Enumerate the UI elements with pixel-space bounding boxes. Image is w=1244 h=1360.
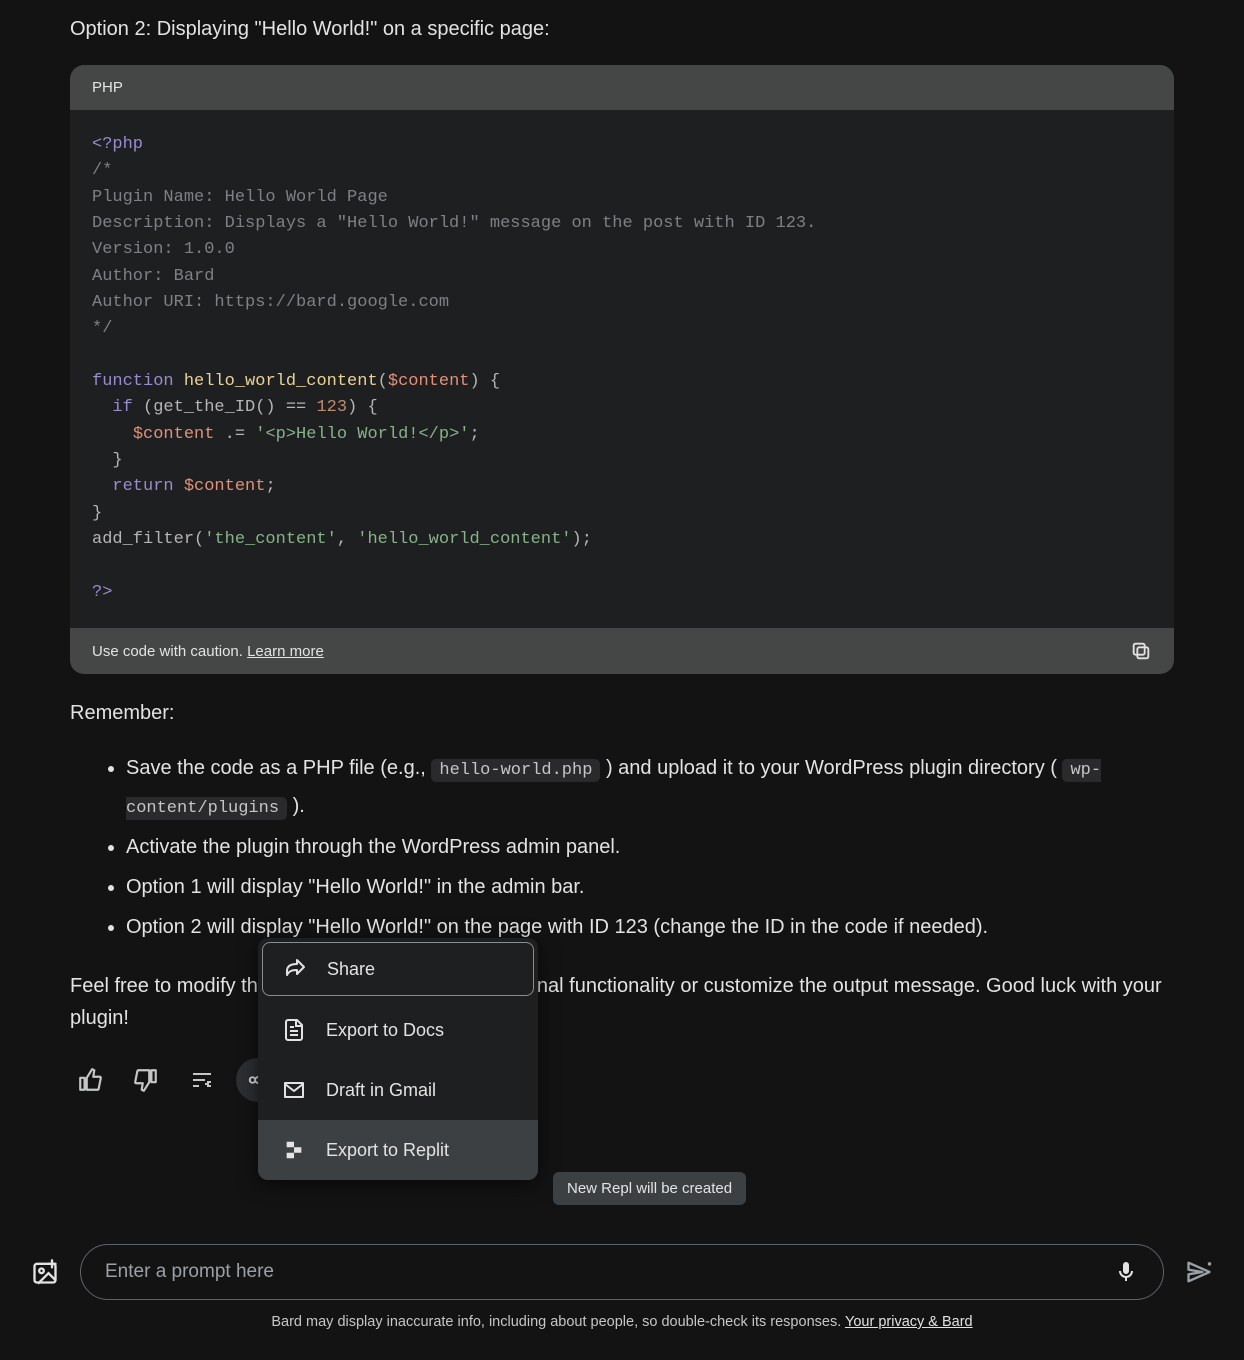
share-menu: Share Export to Docs Draft in Gmail Expo…: [258, 938, 538, 1180]
replit-icon: [282, 1138, 306, 1162]
code-footer: Use code with caution. Learn more: [70, 628, 1174, 674]
prompt-input-wrap[interactable]: [80, 1244, 1164, 1300]
code-block: PHP <?php /* Plugin Name: Hello World Pa…: [70, 65, 1174, 674]
privacy-link[interactable]: Your privacy & Bard: [845, 1314, 973, 1330]
add-image-icon[interactable]: [30, 1257, 60, 1287]
copy-icon[interactable]: [1130, 640, 1152, 662]
menu-item-export-docs[interactable]: Export to Docs: [258, 1000, 538, 1060]
list-item: Activate the plugin through the WordPres…: [126, 828, 1174, 866]
prompt-input[interactable]: [105, 1261, 1101, 1283]
menu-label: Draft in Gmail: [326, 1080, 436, 1101]
mic-icon[interactable]: [1113, 1259, 1139, 1285]
send-icon[interactable]: [1184, 1257, 1214, 1287]
gmail-icon: [282, 1078, 306, 1102]
disclaimer: Bard may display inaccurate info, includ…: [30, 1314, 1214, 1330]
list-item: Save the code as a PHP file (e.g., hello…: [126, 749, 1174, 826]
menu-label: Export to Replit: [326, 1140, 449, 1161]
list-text: ).: [293, 795, 305, 817]
menu-item-export-replit[interactable]: Export to Replit: [258, 1120, 538, 1180]
list-item: Option 1 will display "Hello World!" in …: [126, 868, 1174, 906]
list-text: ) and upload it to your WordPress plugin…: [606, 757, 1063, 779]
thumbs-up-icon[interactable]: [76, 1066, 104, 1094]
list-text: Save the code as a PHP file (e.g.,: [126, 757, 431, 779]
code-caution-text: Use code with caution.: [92, 643, 243, 660]
disclaimer-text: Bard may display inaccurate info, includ…: [271, 1314, 845, 1330]
bottom-bar: Bard may display inaccurate info, includ…: [0, 1224, 1244, 1360]
action-row: [70, 1066, 1174, 1094]
menu-label: Share: [327, 959, 375, 980]
inline-code: hello-world.php: [431, 759, 600, 782]
menu-label: Export to Docs: [326, 1020, 444, 1041]
tune-icon[interactable]: [188, 1066, 216, 1094]
remember-title: Remember:: [70, 702, 1174, 725]
code-lang-label: PHP: [70, 65, 1174, 110]
menu-item-draft-gmail[interactable]: Draft in Gmail: [258, 1060, 538, 1120]
option-title: Option 2: Displaying "Hello World!" on a…: [70, 18, 1174, 41]
docs-icon: [282, 1018, 306, 1042]
closing-text: Feel free to modify these examples to in…: [70, 970, 1174, 1034]
share-arrow-icon: [283, 957, 307, 981]
thumbs-down-icon[interactable]: [132, 1066, 160, 1094]
code-body: <?php /* Plugin Name: Hello World Page D…: [70, 110, 1174, 628]
remember-list: Save the code as a PHP file (e.g., hello…: [70, 749, 1174, 946]
learn-more-link[interactable]: Learn more: [247, 643, 324, 660]
replit-tooltip: New Repl will be created: [553, 1172, 746, 1205]
menu-item-share[interactable]: Share: [262, 942, 534, 996]
